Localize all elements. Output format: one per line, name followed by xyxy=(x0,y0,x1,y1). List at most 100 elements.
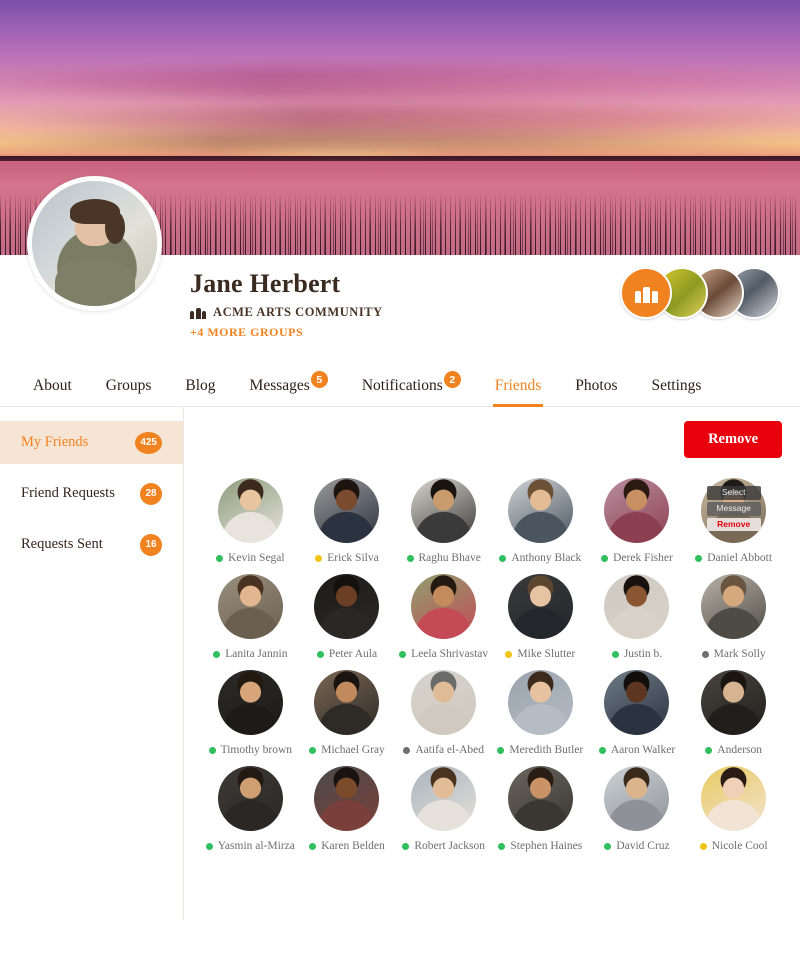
body: My Friends 425 Friend Requests 28 Requests S… xyxy=(0,407,800,920)
page-title: Jane Herbert xyxy=(190,269,341,298)
status-dot-online xyxy=(611,650,619,658)
status-dot-away xyxy=(505,650,513,658)
friend-card[interactable]: Timothy brown xyxy=(202,670,299,756)
sidebar-item-requests-sent[interactable]: Requests Sent 16 xyxy=(0,523,183,566)
friend-card[interactable]: Meredith Butler xyxy=(492,670,589,756)
tab-label: Settings xyxy=(651,377,702,394)
friend-card[interactable]: Michael Gray xyxy=(299,670,396,756)
tab-blog[interactable]: Blog xyxy=(168,377,232,406)
status-dot-online xyxy=(601,554,609,562)
friend-avatar[interactable] xyxy=(411,574,477,639)
friend-avatar[interactable] xyxy=(411,766,477,831)
friend-name-row: Meredith Butler xyxy=(497,744,583,756)
tab-friends[interactable]: Friends xyxy=(478,377,559,407)
sidebar: My Friends 425 Friend Requests 28 Requests S… xyxy=(0,407,184,920)
friend-name: Daniel Abbott xyxy=(707,552,773,564)
status-dot-online xyxy=(499,554,507,562)
friend-avatar[interactable] xyxy=(217,478,283,543)
friend-menu-message-button[interactable]: Message xyxy=(706,501,761,516)
friend-card[interactable]: Anderson xyxy=(685,670,782,756)
friend-name-row: Aatifa el-Abed xyxy=(403,744,484,756)
friend-card[interactable]: Select Message Remove Daniel Abbott xyxy=(685,478,782,564)
friend-avatar[interactable] xyxy=(701,574,767,639)
tab-photos[interactable]: Photos xyxy=(558,377,634,406)
status-dot-online xyxy=(213,650,221,658)
friend-name-row: Robert Jackson xyxy=(402,840,485,852)
friend-card[interactable]: Yasmin al-Mirza xyxy=(202,766,299,852)
friend-avatar[interactable] xyxy=(314,478,380,543)
friend-avatar[interactable] xyxy=(217,766,283,831)
friend-card[interactable]: Karen Belden xyxy=(299,766,396,852)
friend-name: Mark Solly xyxy=(713,648,766,660)
friend-avatar[interactable] xyxy=(507,478,573,543)
more-groups-link[interactable]: +4 MORE GROUPS xyxy=(190,325,303,340)
friend-avatar[interactable] xyxy=(604,574,670,639)
friend-name: Derek Fisher xyxy=(613,552,673,564)
friend-avatar[interactable] xyxy=(604,478,670,543)
friend-name-row: Mark Solly xyxy=(701,648,766,660)
friend-avatar[interactable] xyxy=(507,670,573,735)
sidebar-item-friend-requests[interactable]: Friend Requests 28 xyxy=(0,472,183,515)
friend-card[interactable]: Raghu Bhave xyxy=(395,478,492,564)
friend-name-row: Nicole Cool xyxy=(699,840,768,852)
status-dot-online xyxy=(402,842,410,850)
friend-name: Karen Belden xyxy=(321,840,385,852)
friend-avatar[interactable] xyxy=(217,574,283,639)
friend-card[interactable]: Kevin Segal xyxy=(202,478,299,564)
friend-card[interactable]: Derek Fisher xyxy=(589,478,686,564)
main-nav-tabs: About Groups Blog Messages 5 Notifications 2 Fr… xyxy=(0,363,800,407)
friend-card[interactable]: Peter Aula xyxy=(299,574,396,660)
sidebar-item-label: My Friends xyxy=(21,434,89,450)
groups-icon-circle[interactable] xyxy=(620,267,672,319)
remove-button[interactable]: Remove xyxy=(684,421,782,458)
friend-card[interactable]: Erick Silva xyxy=(299,478,396,564)
avatar-photo xyxy=(32,181,157,306)
friend-avatar[interactable] xyxy=(217,670,283,735)
tab-messages[interactable]: Messages 5 xyxy=(233,371,345,406)
friend-avatar[interactable] xyxy=(314,574,380,639)
status-dot-online xyxy=(705,746,713,754)
friend-name-row: Michael Gray xyxy=(309,744,385,756)
friend-name: Michael Gray xyxy=(321,744,385,756)
friend-name: Aatifa el-Abed xyxy=(415,744,484,756)
friend-avatar[interactable] xyxy=(701,766,767,831)
people-icon xyxy=(190,306,206,319)
friend-avatar[interactable] xyxy=(507,574,573,639)
friend-name-row: Peter Aula xyxy=(316,648,377,660)
friend-name-row: Karen Belden xyxy=(309,840,385,852)
friend-avatar[interactable] xyxy=(507,766,573,831)
friend-menu-remove-button[interactable]: Remove xyxy=(706,517,761,532)
friend-avatar[interactable] xyxy=(411,478,477,543)
friend-avatar[interactable] xyxy=(701,670,767,735)
tab-notifications[interactable]: Notifications 2 xyxy=(345,371,478,406)
friend-card[interactable]: Justin b. xyxy=(589,574,686,660)
friend-menu-select-button[interactable]: Select xyxy=(706,486,761,500)
tab-groups[interactable]: Groups xyxy=(89,377,169,406)
friend-card[interactable]: Mark Solly xyxy=(685,574,782,660)
tab-label: Groups xyxy=(105,377,152,394)
friend-card[interactable]: Lanita Jannin xyxy=(202,574,299,660)
friend-card[interactable]: Mike Slutter xyxy=(492,574,589,660)
friend-avatar[interactable] xyxy=(604,766,670,831)
friend-card[interactable]: Aaron Walker xyxy=(589,670,686,756)
groups-avatar-cluster[interactable] xyxy=(620,267,780,319)
status-dot-online xyxy=(604,842,612,850)
friend-card[interactable]: Anthony Black xyxy=(492,478,589,564)
tab-label: Messages xyxy=(249,377,310,394)
friend-avatar[interactable] xyxy=(604,670,670,735)
tab-settings[interactable]: Settings xyxy=(634,377,718,406)
friend-card[interactable]: Nicole Cool xyxy=(685,766,782,852)
friend-card[interactable]: David Cruz xyxy=(589,766,686,852)
tab-about[interactable]: About xyxy=(16,377,89,406)
friend-avatar[interactable] xyxy=(411,670,477,735)
friend-avatar[interactable] xyxy=(314,766,380,831)
friend-card[interactable]: Stephen Haines xyxy=(492,766,589,852)
avatar[interactable] xyxy=(27,176,162,311)
friend-card[interactable]: Aatifa el-Abed xyxy=(395,670,492,756)
sidebar-item-my-friends[interactable]: My Friends 425 xyxy=(0,421,183,464)
friend-card[interactable]: Leela Shrivastav xyxy=(395,574,492,660)
friend-avatar[interactable] xyxy=(314,670,380,735)
status-dot-online xyxy=(216,554,224,562)
friend-card[interactable]: Robert Jackson xyxy=(395,766,492,852)
tab-label: Photos xyxy=(575,377,618,394)
